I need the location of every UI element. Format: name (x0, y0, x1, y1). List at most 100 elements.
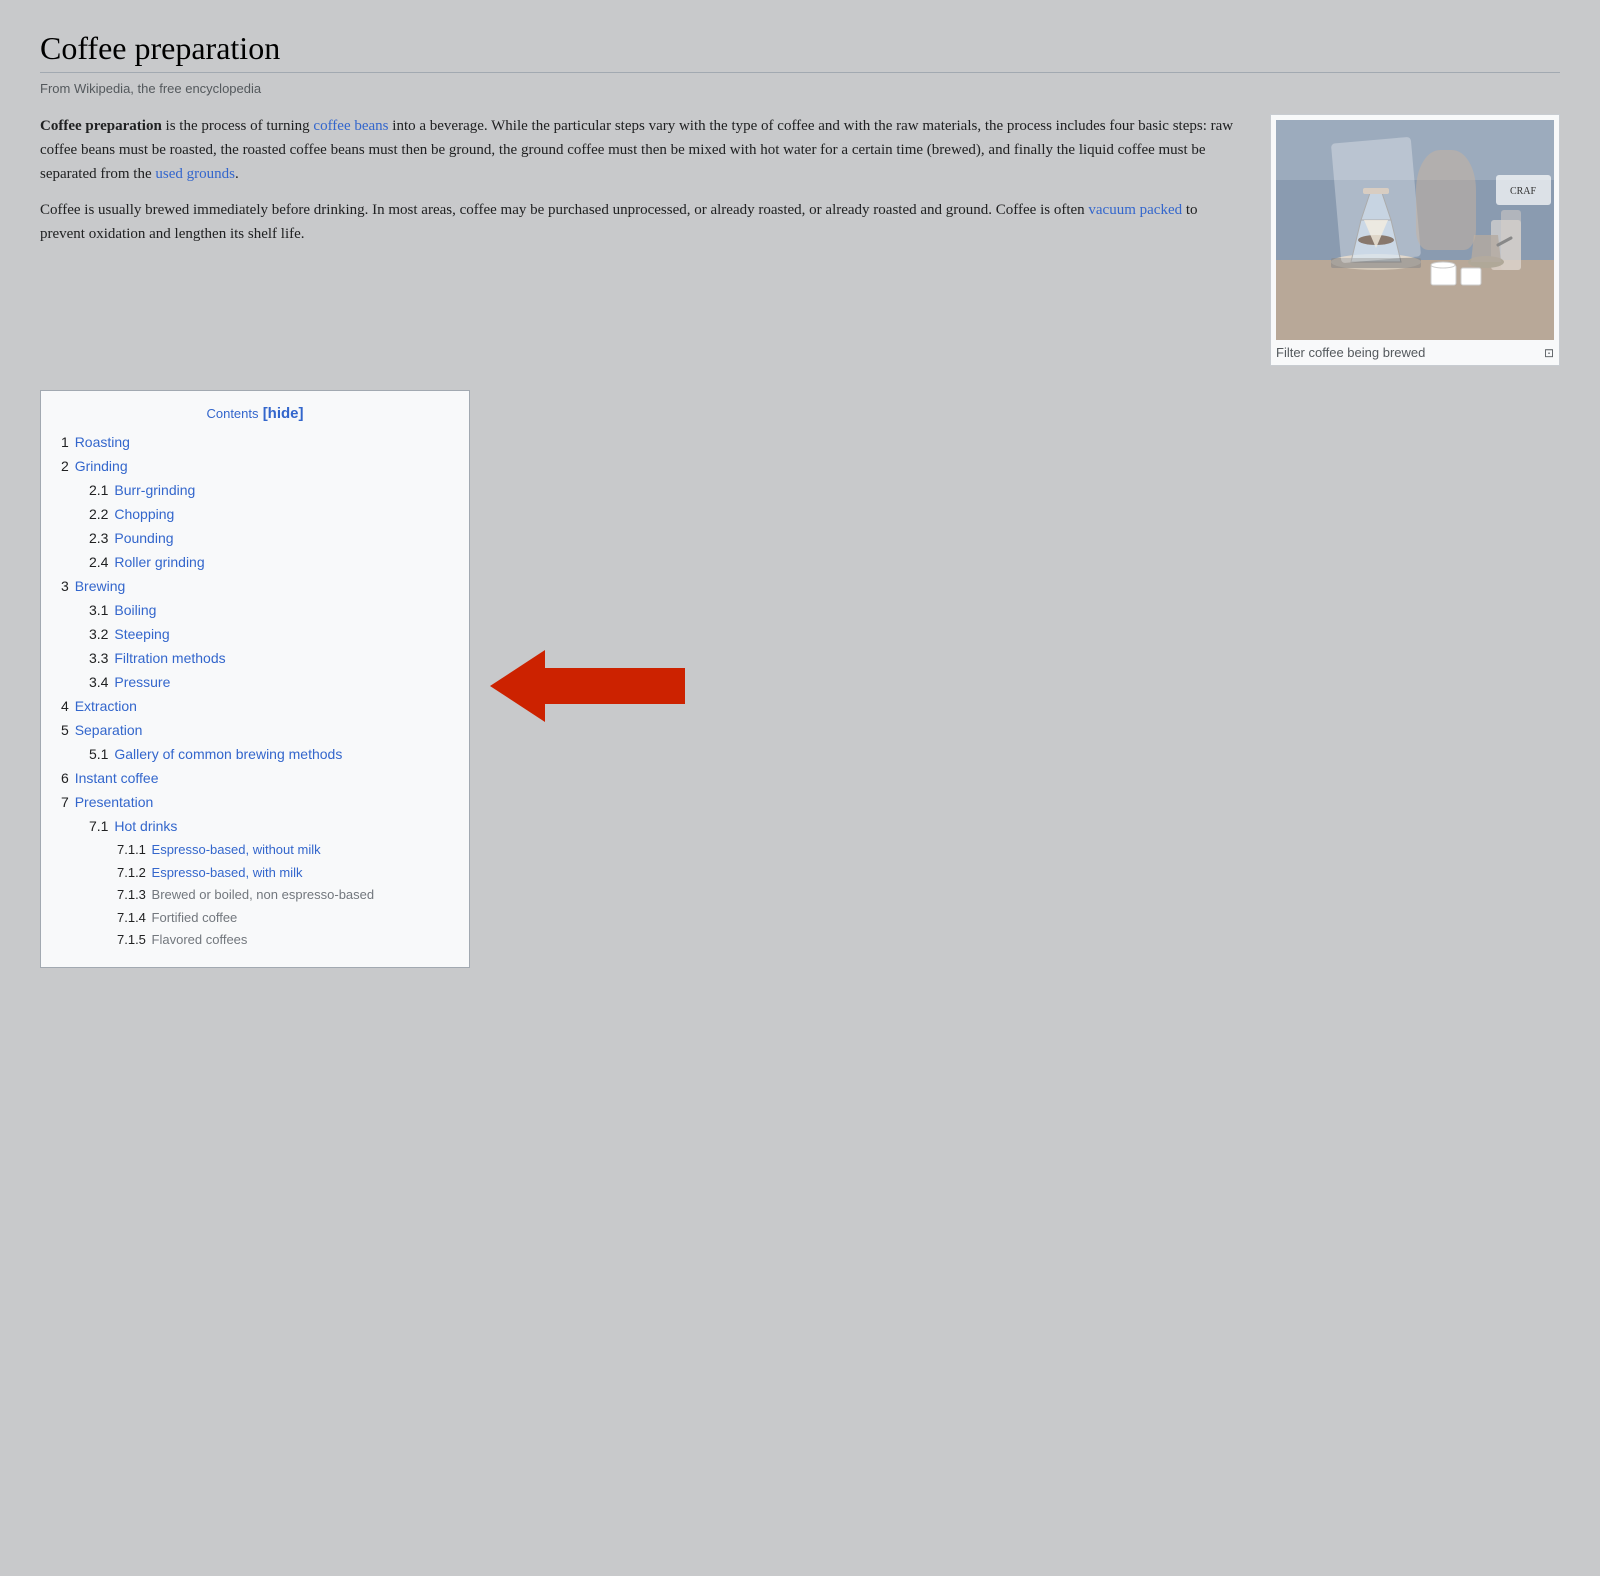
toc-link[interactable]: 3.3 Filtration methods (89, 650, 226, 666)
toc-link[interactable]: 7.1.3 Brewed or boiled, non espresso-bas… (117, 887, 374, 902)
toc-label: Steeping (114, 626, 169, 642)
toc-number: 5.1 (89, 746, 112, 762)
intro-paragraph-1: Coffee preparation is the process of tur… (40, 114, 1246, 186)
toc-number: 7.1.4 (117, 910, 150, 925)
toc-item: 3.4 Pressure (89, 672, 449, 693)
toc-number: 5 (61, 722, 73, 738)
toc-link[interactable]: 2.1 Burr-grinding (89, 482, 195, 498)
red-arrow (490, 650, 685, 722)
toc-label: Presentation (75, 794, 154, 810)
toc-label: Instant coffee (75, 770, 159, 786)
toc-label: Chopping (114, 506, 174, 522)
toc-label: Grinding (75, 458, 128, 474)
toc-link[interactable]: 2.2 Chopping (89, 506, 174, 522)
toc-item: 3.1 Boiling (89, 600, 449, 621)
toc-label: Boiling (114, 602, 156, 618)
toc-item: 5 Separation (61, 720, 449, 741)
contents-header: Contents [hide] (61, 405, 449, 422)
toc-item: 2 Grinding (61, 456, 449, 477)
toc-number: 7.1.5 (117, 932, 150, 947)
toc-link[interactable]: 2.4 Roller grinding (89, 554, 205, 570)
toc-link[interactable]: 2.3 Pounding (89, 530, 174, 546)
toc-link[interactable]: 2 Grinding (61, 458, 128, 474)
toc-link[interactable]: 6 Instant coffee (61, 770, 159, 786)
toc-link[interactable]: 5.1 Gallery of common brewing methods (89, 746, 342, 762)
toc-link[interactable]: 3.1 Boiling (89, 602, 156, 618)
toc-number: 2 (61, 458, 73, 474)
toc-label: Burr-grinding (114, 482, 195, 498)
toc-link[interactable]: 3.4 Pressure (89, 674, 170, 690)
toc-label: Brewed or boiled, non espresso-based (152, 887, 375, 902)
toc-label: Flavored coffees (152, 932, 248, 947)
toc-link[interactable]: 7.1 Hot drinks (89, 818, 177, 834)
toc-item: 7.1.1 Espresso-based, without milk (117, 840, 449, 860)
toc-item: 6 Instant coffee (61, 768, 449, 789)
toc-item: 7.1.5 Flavored coffees (117, 930, 449, 950)
toc-item: 7.1.4 Fortified coffee (117, 908, 449, 928)
toc-item: 2.4 Roller grinding (89, 552, 449, 573)
toc-number: 7.1.2 (117, 865, 150, 880)
toc-label: Pressure (114, 674, 170, 690)
toc-label: Pounding (114, 530, 173, 546)
toc-link[interactable]: 4 Extraction (61, 698, 137, 714)
expand-icon[interactable]: ⊡ (1544, 346, 1554, 360)
toc-label: Espresso-based, without milk (152, 842, 321, 857)
toc-number: 3.1 (89, 602, 112, 618)
contents-box: Contents [hide] 1 Roasting 2 Grinding 2.1 … (40, 390, 470, 968)
image-caption: Filter coffee being brewed ⊡ (1276, 345, 1554, 360)
toc-number: 3.2 (89, 626, 112, 642)
toc-item: 7.1.2 Espresso-based, with milk (117, 863, 449, 883)
toc-link[interactable]: 3.2 Steeping (89, 626, 170, 642)
toc-link[interactable]: 7 Presentation (61, 794, 153, 810)
toc-number: 1 (61, 434, 73, 450)
article-text: Coffee preparation is the process of tur… (40, 114, 1246, 258)
toc-link[interactable]: 7.1.1 Espresso-based, without milk (117, 842, 321, 857)
page-title: Coffee preparation (40, 30, 1560, 73)
toc-label: Extraction (75, 698, 137, 714)
toc-item: 2.2 Chopping (89, 504, 449, 525)
toc-item: 1 Roasting (61, 432, 449, 453)
toc-number: 3.4 (89, 674, 112, 690)
toc-item: 3.3 Filtration methods (89, 648, 449, 669)
toc-label: Espresso-based, with milk (152, 865, 303, 880)
toc-label: Brewing (75, 578, 126, 594)
toc-item: 7 Presentation (61, 792, 449, 813)
page-subtitle: From Wikipedia, the free encyclopedia (40, 81, 1560, 96)
toc-number: 7.1.3 (117, 887, 150, 902)
toc-number: 3 (61, 578, 73, 594)
arrow-shaft (545, 668, 685, 704)
toc-number: 4 (61, 698, 73, 714)
toc-link[interactable]: 5 Separation (61, 722, 142, 738)
toc-label: Filtration methods (114, 650, 225, 666)
image-box: CRAF Filter coffee being brewed ⊡ (1270, 114, 1560, 366)
toc-number: 2.3 (89, 530, 112, 546)
arrow-container (490, 650, 685, 722)
coffee-beans-link[interactable]: coffee beans (313, 118, 388, 134)
toc-label: Separation (75, 722, 143, 738)
bold-coffee-preparation: Coffee preparation (40, 118, 162, 134)
vacuum-packed-link[interactable]: vacuum packed (1088, 202, 1182, 218)
toc-number: 7.1.1 (117, 842, 150, 857)
used-grounds-link[interactable]: used grounds (155, 166, 235, 182)
toc-label: Fortified coffee (152, 910, 238, 925)
toc-number: 6 (61, 770, 73, 786)
arrow-head (490, 650, 545, 722)
toc-link[interactable]: 7.1.5 Flavored coffees (117, 932, 247, 947)
toc-link[interactable]: 3 Brewing (61, 578, 125, 594)
toc-item: 4 Extraction (61, 696, 449, 717)
toc-label: Hot drinks (114, 818, 177, 834)
toc-item: 2.1 Burr-grinding (89, 480, 449, 501)
toc-link[interactable]: 7.1.2 Espresso-based, with milk (117, 865, 303, 880)
hide-contents-link[interactable]: [hide] (263, 405, 304, 422)
intro-paragraph-2: Coffee is usually brewed immediately bef… (40, 198, 1246, 246)
toc-link[interactable]: 7.1.4 Fortified coffee (117, 910, 237, 925)
toc-item: 7.1 Hot drinks (89, 816, 449, 837)
toc-link[interactable]: 1 Roasting (61, 434, 130, 450)
toc-item: 7.1.3 Brewed or boiled, non espresso-bas… (117, 885, 449, 905)
toc-item: 3.2 Steeping (89, 624, 449, 645)
article-image: CRAF (1276, 120, 1554, 340)
toc-item: 5.1 Gallery of common brewing methods (89, 744, 449, 765)
toc-number: 7.1 (89, 818, 112, 834)
toc-number: 7 (61, 794, 73, 810)
toc-number: 3.3 (89, 650, 112, 666)
